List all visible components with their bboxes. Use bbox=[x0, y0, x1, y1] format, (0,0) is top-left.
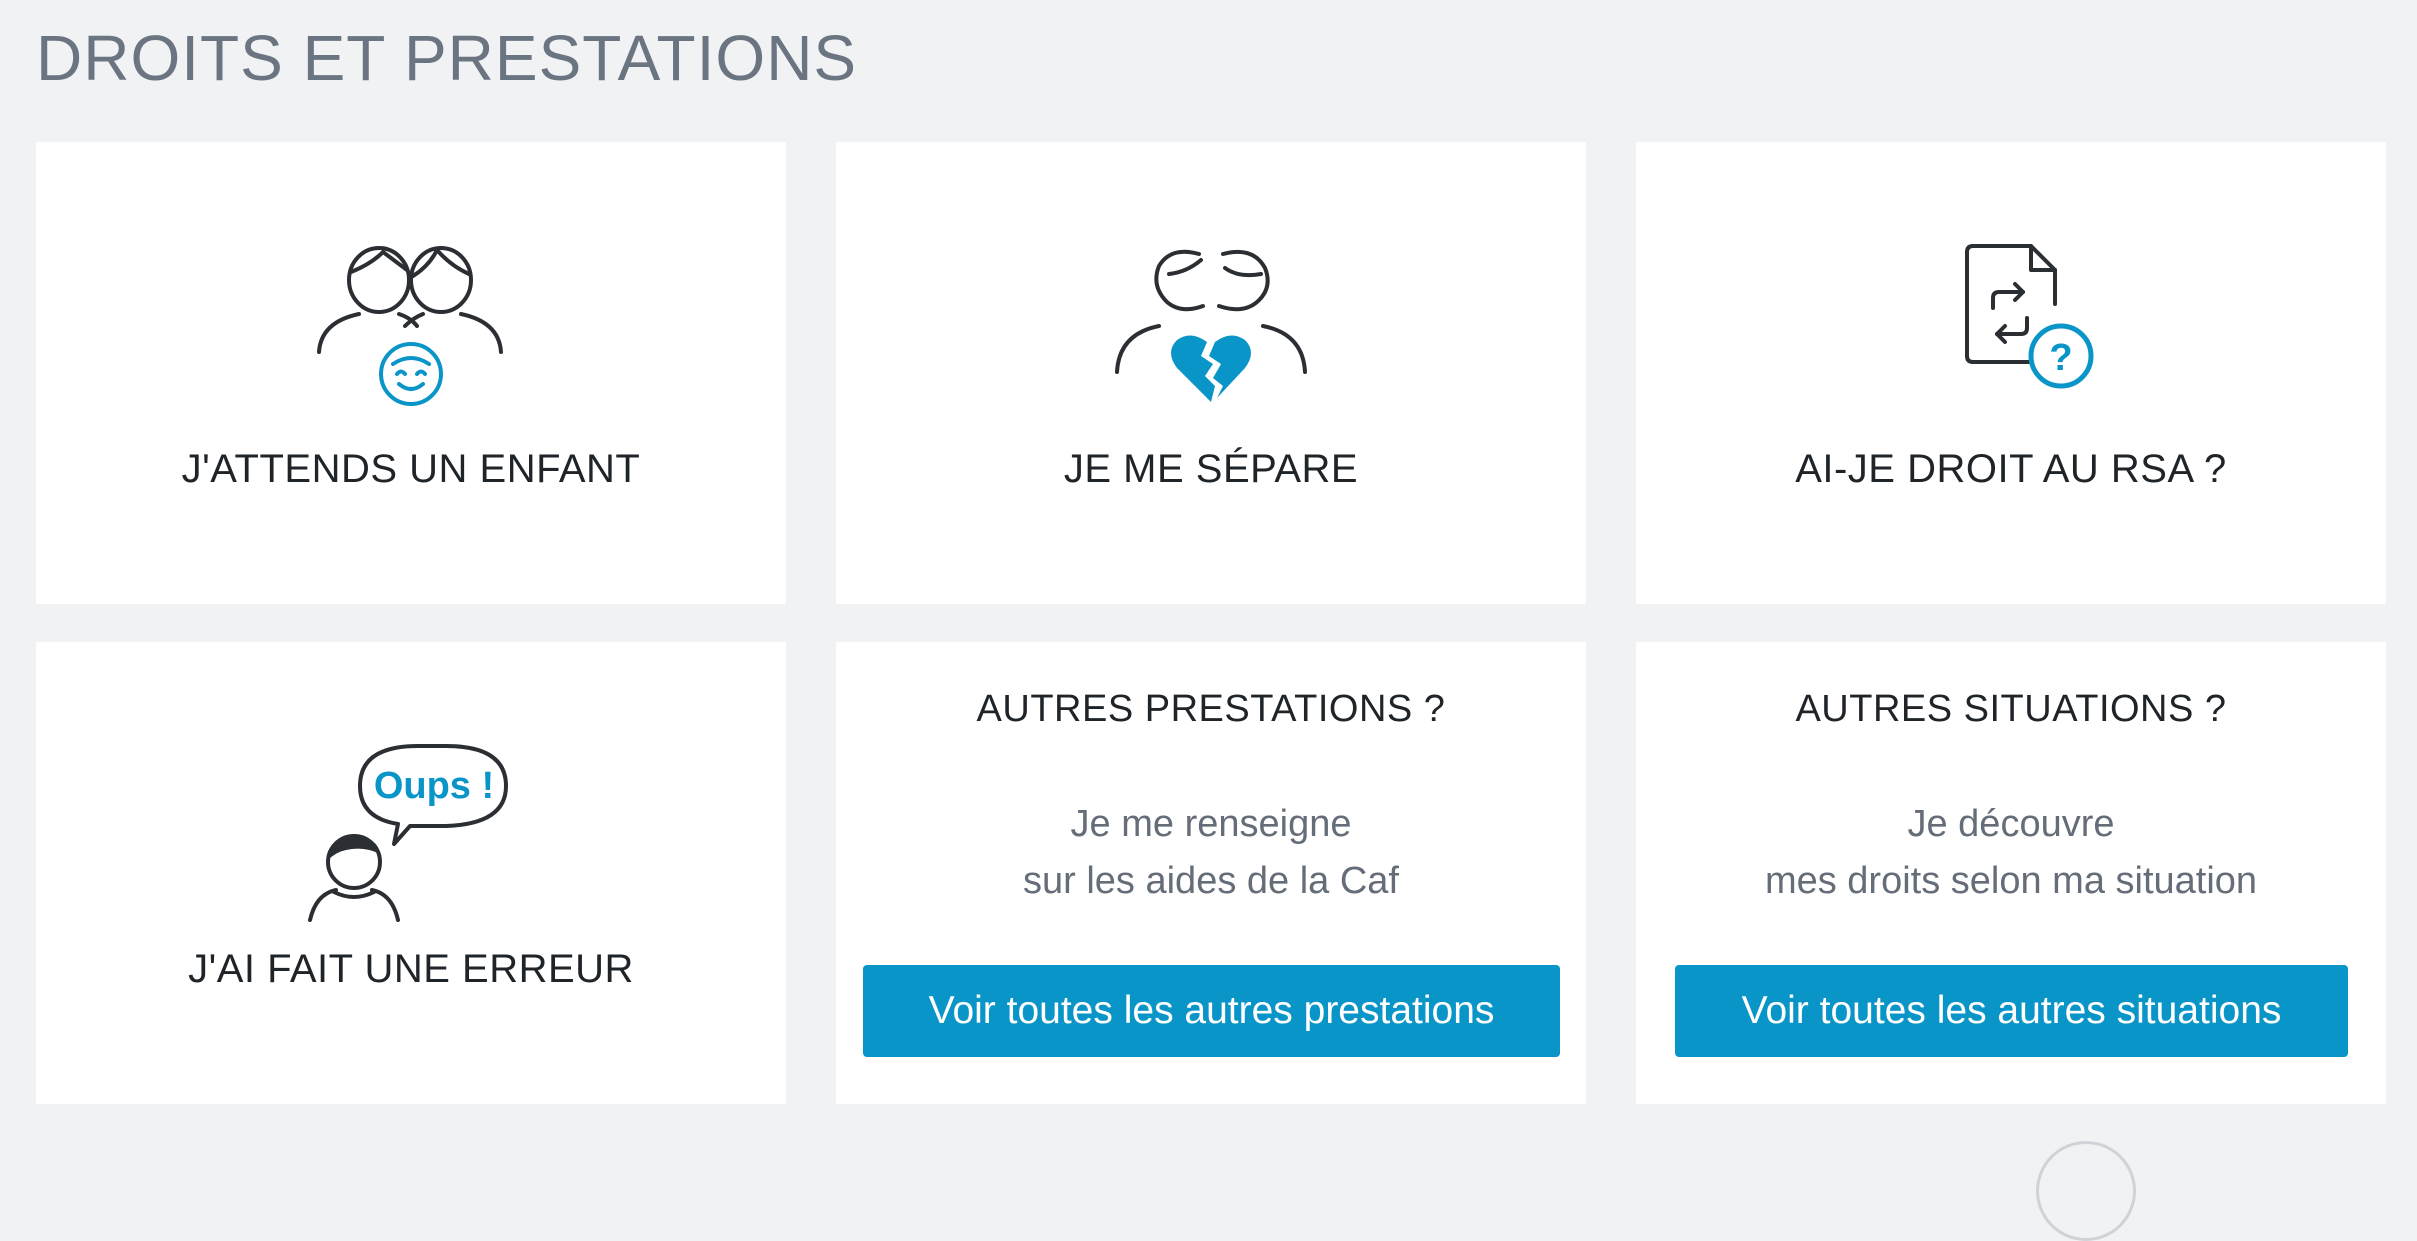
card-error[interactable]: Oups ! J'AI FAIT UNE ERREUR bbox=[36, 642, 786, 1104]
card-description: Je me renseigne sur les aides de la Caf bbox=[836, 796, 1586, 910]
rsa-document-question-icon: ? bbox=[1965, 244, 2094, 389]
view-other-situations-button[interactable]: Voir toutes les autres situations bbox=[1675, 965, 2348, 1057]
view-other-benefits-button[interactable]: Voir toutes les autres prestations bbox=[863, 965, 1560, 1057]
card-expecting-child[interactable]: J'ATTENDS UN ENFANT bbox=[36, 142, 786, 604]
card-heading: AUTRES SITUATIONS ? bbox=[1795, 688, 2227, 730]
card-label: JE ME SÉPARE bbox=[1063, 447, 1359, 491]
card-other-benefits: AUTRES PRESTATIONS ? Je me renseigne sur… bbox=[836, 642, 1586, 1104]
card-rsa[interactable]: ? AI-JE DROIT AU RSA ? bbox=[1636, 142, 2386, 604]
expecting-parents-icon bbox=[317, 246, 503, 406]
card-description: Je découvre mes droits selon ma situatio… bbox=[1636, 796, 2386, 910]
card-desc-line: Je découvre bbox=[1907, 803, 2115, 845]
card-desc-line: mes droits selon ma situation bbox=[1764, 860, 2258, 902]
card-desc-line: sur les aides de la Caf bbox=[1023, 860, 1399, 902]
page-title: DROITS ET PRESTATIONS bbox=[36, 22, 858, 94]
card-label: J'ATTENDS UN ENFANT bbox=[181, 447, 641, 491]
scroll-indicator bbox=[2036, 1141, 2136, 1241]
svg-text:?: ? bbox=[2049, 337, 2072, 379]
oups-bubble-text: Oups ! bbox=[374, 765, 494, 807]
card-heading: AUTRES PRESTATIONS ? bbox=[976, 688, 1446, 730]
card-desc-line: Je me renseigne bbox=[1070, 803, 1352, 845]
separation-broken-heart-icon bbox=[1115, 249, 1307, 402]
oups-error-icon: Oups ! bbox=[308, 744, 508, 922]
card-separation[interactable]: JE ME SÉPARE bbox=[836, 142, 1586, 604]
card-label: J'AI FAIT UNE ERREUR bbox=[188, 947, 634, 991]
card-other-situations: AUTRES SITUATIONS ? Je découvre mes droi… bbox=[1636, 642, 2386, 1104]
card-label: AI-JE DROIT AU RSA ? bbox=[1795, 447, 2227, 491]
